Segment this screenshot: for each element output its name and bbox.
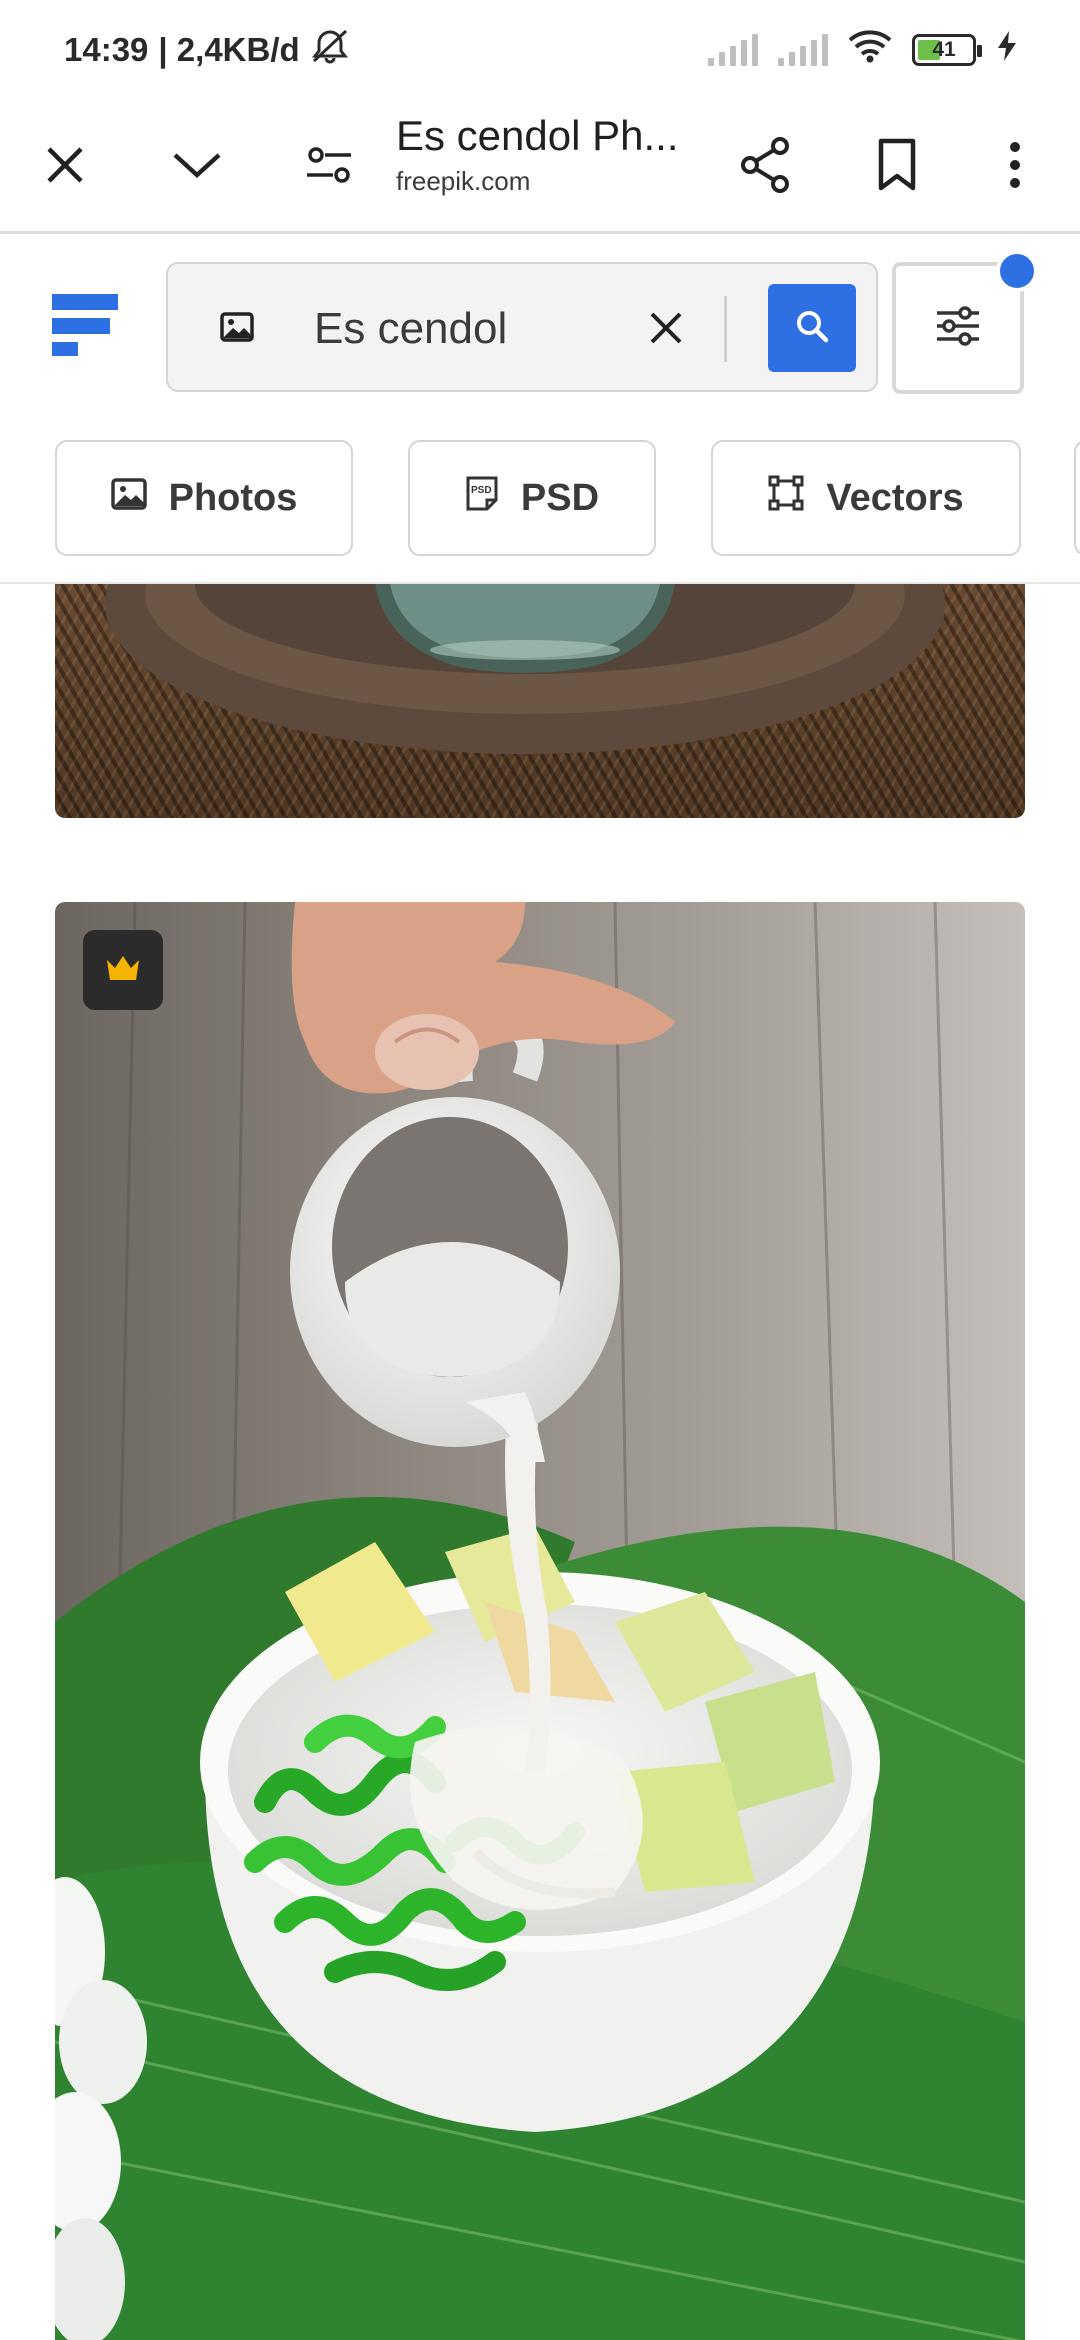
wifi-icon [848, 29, 892, 71]
type-chips: Photos PSD PSD Vectors [0, 440, 1080, 556]
search-icon [794, 308, 830, 349]
results-grid [0, 584, 1080, 2340]
battery-level: 41 [932, 38, 956, 61]
result-image-card[interactable] [55, 902, 1025, 2340]
battery-icon: 41 [912, 34, 982, 66]
chevron-down-icon[interactable] [160, 128, 234, 202]
chip-label: Photos [168, 476, 298, 519]
more-vert-icon[interactable] [978, 128, 1052, 202]
crown-icon [105, 954, 141, 987]
result-image-card[interactable] [55, 584, 1025, 818]
page-title-block[interactable]: Es cendol Ph... freepik.com [396, 112, 696, 197]
photo-icon [110, 477, 147, 520]
image-icon[interactable] [220, 312, 254, 347]
search-button[interactable] [768, 284, 856, 372]
chip-next-partial[interactable] [1074, 440, 1080, 556]
search-input[interactable]: Es cendol [314, 304, 507, 354]
tune-icon[interactable] [292, 128, 366, 202]
charging-icon [996, 30, 1018, 70]
search-box[interactable]: Es cendol [166, 262, 878, 392]
freepik-logo[interactable] [52, 294, 118, 360]
chip-label: PSD [520, 476, 600, 519]
browser-toolbar: Es cendol Ph... freepik.com [0, 100, 1080, 234]
signal-icon [708, 34, 758, 66]
filter-active-dot [996, 250, 1038, 292]
alarm-off-icon [310, 28, 350, 72]
svg-text:PSD: PSD [471, 485, 492, 496]
chip-vectors[interactable]: Vectors [711, 440, 1021, 556]
close-icon[interactable] [28, 128, 102, 202]
filter-icon [935, 305, 981, 351]
psd-icon: PSD [465, 475, 499, 521]
premium-badge [83, 930, 163, 1010]
bookmark-icon[interactable] [860, 128, 934, 202]
page-url: freepik.com [396, 166, 531, 196]
chip-label: Vectors [826, 476, 964, 519]
page-title: Es cendol Ph... [396, 112, 679, 159]
search-divider [724, 296, 727, 362]
status-net-speed: | 2,4KB/d [158, 31, 300, 68]
status-time: 14:39 [64, 31, 149, 68]
vector-icon [768, 475, 804, 521]
site-header: Es cendol Photos PSD PSD Vectors [0, 234, 1080, 584]
clear-icon[interactable] [638, 300, 694, 356]
share-icon[interactable] [728, 128, 802, 202]
chip-photos[interactable]: Photos [55, 440, 353, 556]
chip-psd[interactable]: PSD PSD [408, 440, 656, 556]
status-bar: 14:39 | 2,4KB/d 41 [0, 0, 1080, 100]
signal-icon [778, 34, 828, 66]
